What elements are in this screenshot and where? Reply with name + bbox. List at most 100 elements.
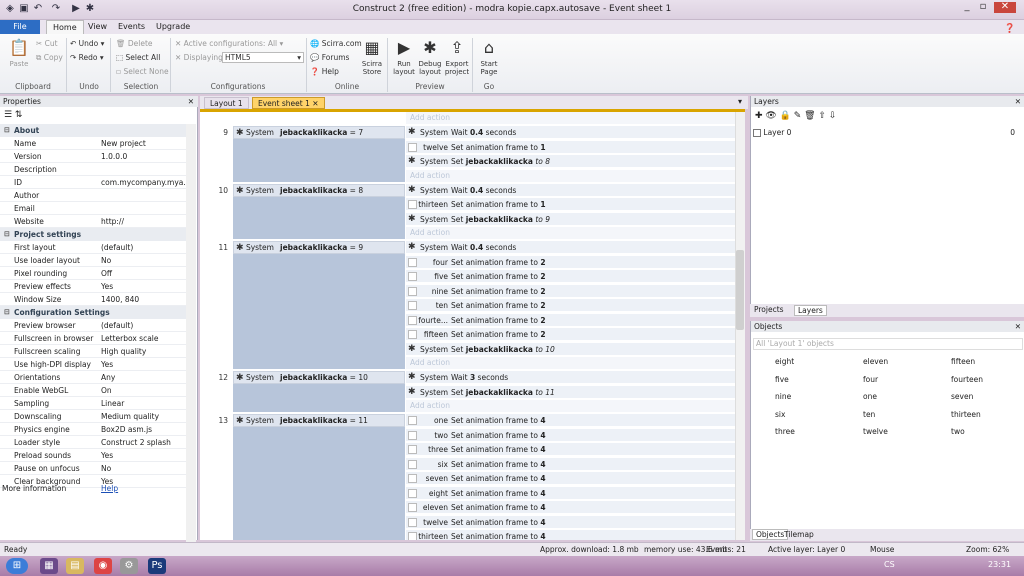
action-row[interactable]: six Set animation frame to 4	[406, 457, 736, 471]
event-condition-area[interactable]	[233, 139, 405, 182]
settings-icon[interactable]: ⚙	[120, 558, 138, 574]
export-project-button[interactable]: ⇪ Export project	[442, 38, 472, 76]
action-row[interactable]: eleven Set animation frame to 4	[406, 501, 736, 514]
property-row[interactable]: Description	[0, 163, 186, 176]
action-row[interactable]: thirteen Set animation frame to 4	[406, 530, 736, 540]
property-row[interactable]: Preview effects Yes	[0, 280, 186, 293]
property-value[interactable]: 1.0.0.0	[101, 150, 185, 163]
property-row[interactable]: Pause on unfocus No	[0, 462, 186, 475]
object-item[interactable]: eleven	[843, 355, 925, 368]
close-tab-icon[interactable]: ✕	[312, 99, 318, 108]
action-row[interactable]: thirteen Set animation frame to 1	[406, 198, 736, 211]
event-block[interactable]: 10 ✱ System jebackaklikacka = 8 ✱ System Wait…	[200, 183, 736, 239]
displaying-select[interactable]: HTML5 ▾	[222, 52, 304, 63]
property-row[interactable]: Website http://	[0, 215, 186, 228]
add-action[interactable]: Add action	[406, 169, 736, 182]
property-value[interactable]: On	[101, 384, 185, 397]
event-block[interactable]: 9 ✱ System jebackaklikacka = 7 ✱ System Wait …	[200, 126, 736, 182]
start-button[interactable]: ⊞	[6, 558, 28, 574]
property-value[interactable]: Box2D asm.js	[101, 423, 185, 436]
maximize-button[interactable]: ▫	[976, 2, 990, 13]
object-item[interactable]: nine	[755, 390, 837, 403]
property-value[interactable]: Off	[101, 267, 185, 280]
language-indicator[interactable]: CS	[884, 560, 895, 569]
folder-icon[interactable]: ▤	[66, 558, 84, 574]
start-page-button[interactable]: ⌂ Start Page	[474, 38, 504, 76]
property-value[interactable]: com.mycompany.mya...	[101, 176, 185, 189]
object-item[interactable]: fourteen	[931, 372, 1013, 386]
property-row[interactable]: Fullscreen scaling High quality	[0, 345, 186, 358]
save-icon[interactable]: ▣	[18, 3, 30, 15]
event-condition-area[interactable]	[233, 427, 405, 540]
action-row[interactable]: ✱ System Set jebackaklikacka to 9	[406, 212, 736, 226]
layer-row[interactable]: Layer 0 0	[753, 126, 1021, 139]
taskbar-app-icon[interactable]: ▦	[40, 558, 58, 574]
property-value[interactable]: http://	[101, 215, 185, 228]
property-row[interactable]: Enable WebGL On	[0, 384, 186, 397]
action-row[interactable]: nine Set animation frame to 2	[406, 284, 736, 298]
property-category[interactable]: ⊟ About	[0, 124, 186, 137]
run-icon[interactable]: ▶	[70, 3, 82, 15]
tab-layers[interactable]: Layers	[794, 305, 827, 316]
action-row[interactable]: twelve Set animation frame to 1	[406, 140, 736, 154]
property-row[interactable]: Physics engine Box2D asm.js	[0, 423, 186, 436]
clock[interactable]: 23:31	[988, 560, 1011, 569]
event-block[interactable]: 12 ✱ System jebackaklikacka = 10 ✱ System Wai…	[200, 371, 736, 412]
action-row[interactable]: ✱ System Set jebackaklikacka to 11	[406, 385, 736, 399]
add-action[interactable]: Add action	[406, 227, 736, 239]
object-item[interactable]: four	[843, 372, 925, 386]
tab-objects[interactable]: Objects	[752, 529, 789, 540]
minimize-button[interactable]: _	[960, 2, 974, 13]
properties-scrollbar[interactable]	[186, 124, 196, 544]
paste-button[interactable]: 📋 Paste	[4, 38, 34, 68]
scirra-link[interactable]: 🌐 Scirra.com	[310, 39, 362, 48]
action-row[interactable]: ✱ System Wait 0.4 seconds	[406, 241, 736, 254]
event-block[interactable]: 13 ✱ System jebackaklikacka = 11 one Set ani…	[200, 414, 736, 540]
action-row[interactable]: twelve Set animation frame to 4	[406, 515, 736, 529]
layer-visible-checkbox[interactable]	[753, 129, 761, 137]
property-row[interactable]: Use high-DPI display Yes	[0, 358, 186, 371]
collapse-icon[interactable]: ⊟	[4, 306, 10, 319]
property-category[interactable]: ⊟ Configuration Settings	[0, 306, 186, 319]
property-value[interactable]: (default)	[101, 241, 185, 254]
property-value[interactable]: No	[101, 462, 185, 475]
chrome-icon[interactable]: ◉	[94, 558, 112, 574]
action-row[interactable]: ✱ System Wait 0.4 seconds	[406, 183, 736, 197]
event-block[interactable]: 11 ✱ System jebackaklikacka = 9 ✱ System Wait…	[200, 241, 736, 369]
object-item[interactable]: one	[843, 390, 925, 403]
property-row[interactable]: Email	[0, 202, 186, 215]
action-row[interactable]: three Set animation frame to 4	[406, 443, 736, 456]
undo-button[interactable]: ↶ Undo ▾	[70, 39, 104, 48]
scrollbar-thumb[interactable]	[736, 250, 744, 330]
tab-home[interactable]: Home	[46, 20, 84, 34]
property-value[interactable]: (default)	[101, 319, 185, 332]
sort-icon[interactable]: ☰ ⇅	[4, 110, 22, 120]
property-row[interactable]: Preload sounds Yes	[0, 449, 186, 462]
tab-projects[interactable]: Projects	[754, 305, 784, 314]
property-value[interactable]: Yes	[101, 280, 185, 293]
tab-file[interactable]: File	[0, 20, 40, 34]
property-row[interactable]: Window Size 1400, 840	[0, 293, 186, 306]
tab-tilemap[interactable]: Tilemap	[784, 530, 814, 539]
active-configurations-dropdown[interactable]: ✕ Active configurations: All ▾	[175, 39, 283, 48]
debug-layout-button[interactable]: ✱ Debug layout	[415, 38, 445, 76]
select-none-button[interactable]: ▫ Select None	[116, 67, 169, 76]
action-row[interactable]: ✱ System Set jebackaklikacka to 8	[406, 155, 736, 168]
debug-icon[interactable]: ✱	[84, 3, 96, 15]
property-value[interactable]: 1400, 840	[101, 293, 185, 306]
object-item[interactable]: twelve	[843, 425, 925, 438]
action-row[interactable]: ✱ System Set jebackaklikacka to 10	[406, 342, 736, 356]
property-value[interactable]: High quality	[101, 345, 185, 358]
property-row[interactable]: First layout (default)	[0, 241, 186, 254]
property-value[interactable]: Any	[101, 371, 185, 384]
action-row[interactable]: one Set animation frame to 4	[406, 414, 736, 427]
tab-upgrade[interactable]: Upgrade	[150, 20, 196, 34]
property-value[interactable]: New project	[101, 137, 185, 150]
object-item[interactable]: ten	[843, 407, 925, 421]
event-condition-area[interactable]	[233, 384, 405, 412]
property-value[interactable]: No	[101, 254, 185, 267]
property-row[interactable]: Pixel rounding Off	[0, 267, 186, 280]
undo-icon[interactable]: ↶	[32, 3, 44, 15]
object-item[interactable]: five	[755, 372, 837, 386]
redo-button[interactable]: ↷ Redo ▾	[70, 53, 104, 62]
